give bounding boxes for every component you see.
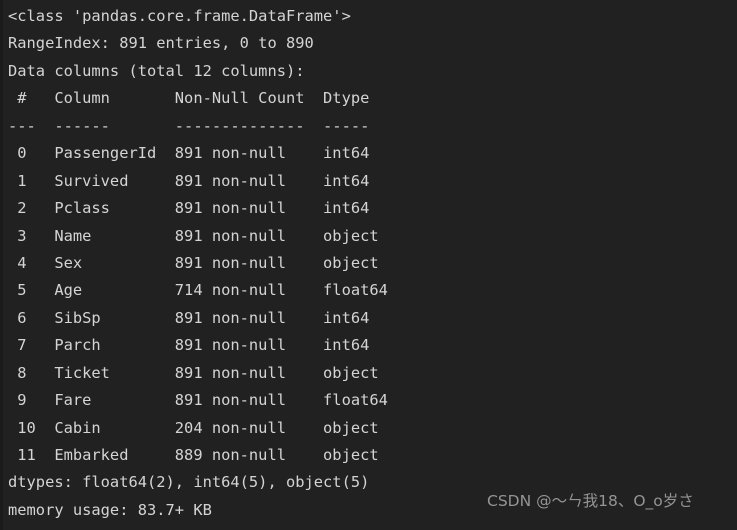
left-edge-strip	[0, 0, 3, 530]
table-row: 2 Pclass 891 non-null int64	[8, 199, 370, 218]
table-row: 7 Parch 891 non-null int64	[8, 336, 370, 355]
table-row: 10 Cabin 204 non-null object	[8, 418, 379, 437]
table-row: 0 PassengerId 891 non-null int64	[8, 144, 370, 163]
table-row: 1 Survived 891 non-null int64	[8, 171, 370, 190]
terminal-output-screenshot: <class 'pandas.core.frame.DataFrame'> Ra…	[0, 0, 737, 530]
csdn-watermark: CSDN @〜ㄣ我18、O_o岁さ	[487, 492, 694, 510]
table-row: 6 SibSp 891 non-null int64	[8, 308, 370, 327]
column-table-rule: --- ------ -------------- -----	[8, 116, 370, 135]
table-row: 9 Fare 891 non-null float64	[8, 391, 388, 410]
table-row: 11 Embarked 889 non-null object	[8, 446, 379, 464]
table-row: 8 Ticket 891 non-null object	[8, 363, 379, 382]
dataframe-info-output: <class 'pandas.core.frame.DataFrame'> Ra…	[8, 0, 737, 524]
table-row: 5 Age 714 non-null float64	[8, 281, 388, 300]
data-columns-line: Data columns (total 12 columns):	[8, 61, 305, 80]
range-index-line: RangeIndex: 891 entries, 0 to 890	[8, 34, 314, 53]
class-line: <class 'pandas.core.frame.DataFrame'>	[8, 7, 351, 25]
table-row: 4 Sex 891 non-null object	[8, 253, 379, 272]
column-table-header: # Column Non-Null Count Dtype	[8, 89, 370, 108]
table-row: 3 Name 891 non-null object	[8, 226, 379, 245]
